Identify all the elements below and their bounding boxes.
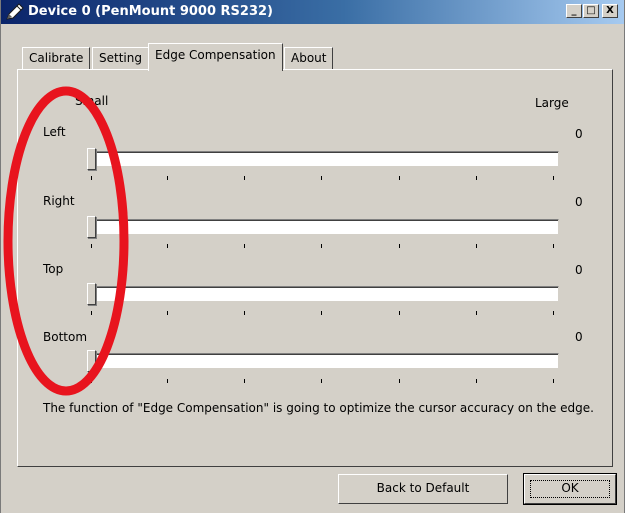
- tab-setting[interactable]: Setting: [92, 47, 149, 69]
- back-to-default-button[interactable]: Back to Default: [338, 474, 508, 504]
- tab-edge-compensation[interactable]: Edge Compensation: [148, 43, 283, 71]
- title-bar[interactable]: Device 0 (PenMount 9000 RS232) _ □ X: [1, 0, 624, 24]
- close-button[interactable]: X: [602, 4, 618, 18]
- edge-compensation-panel: [17, 69, 613, 467]
- pen-icon: [6, 3, 24, 20]
- tab-calibrate[interactable]: Calibrate: [22, 47, 91, 69]
- focus-indicator: [530, 480, 610, 498]
- ok-button[interactable]: OK: [523, 473, 617, 505]
- tab-about[interactable]: About: [284, 47, 334, 69]
- device-properties-window: Device 0 (PenMount 9000 RS232) _ □ X Cal…: [0, 0, 625, 513]
- minimize-button[interactable]: _: [566, 4, 582, 18]
- window-title: Device 0 (PenMount 9000 RS232): [28, 4, 273, 19]
- maximize-button[interactable]: □: [583, 4, 599, 18]
